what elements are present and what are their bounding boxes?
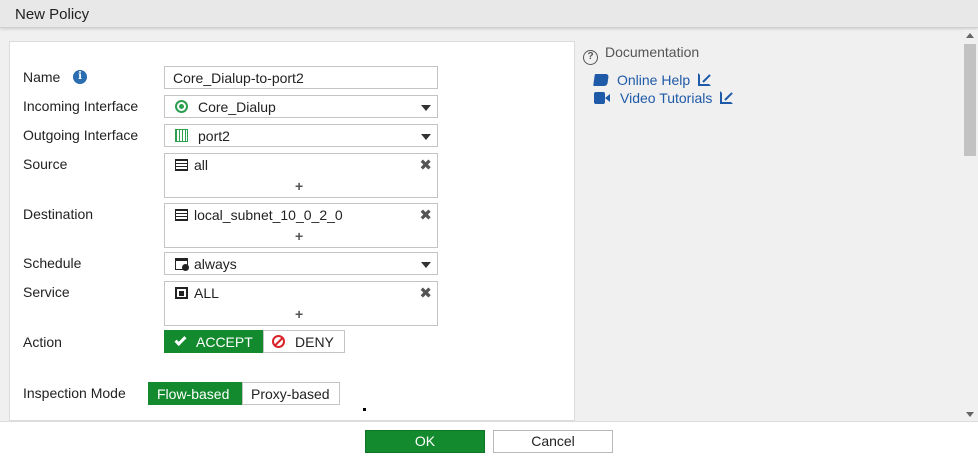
external-link-icon — [720, 91, 734, 104]
service-field[interactable]: ALL ✖ + — [164, 281, 438, 326]
deny-button[interactable]: DENY — [263, 330, 345, 353]
destination-label: Destination — [23, 206, 94, 222]
deny-label: DENY — [295, 333, 334, 350]
schedule-select[interactable]: always — [164, 252, 438, 275]
port-icon — [175, 129, 188, 142]
inspection-mode-toggle: Flow-based Proxy-based — [148, 382, 340, 405]
action-label: Action — [23, 334, 62, 350]
incoming-interface-label: Incoming Interface — [23, 98, 139, 114]
source-label: Source — [23, 156, 68, 172]
ok-button[interactable]: OK — [365, 430, 485, 453]
info-icon[interactable]: i — [73, 70, 87, 84]
close-icon[interactable]: ✖ — [419, 284, 432, 302]
policy-form: Name i Core_Dialup-to-port2 Incoming Int… — [9, 41, 575, 421]
name-value: Core_Dialup-to-port2 — [173, 70, 304, 86]
book-icon — [593, 74, 609, 86]
add-icon[interactable]: + — [295, 178, 303, 194]
accept-button[interactable]: ACCEPT — [164, 330, 263, 353]
chevron-down-icon — [421, 262, 431, 268]
name-input[interactable]: Core_Dialup-to-port2 — [164, 66, 438, 89]
destination-field[interactable]: local_subnet_10_0_2_0 ✖ + — [164, 203, 438, 248]
add-icon[interactable]: + — [295, 228, 303, 244]
documentation-title: Documentation — [605, 44, 700, 60]
source-value: all — [194, 157, 209, 173]
flow-based-label: Flow-based — [157, 385, 230, 402]
help-icon: ? — [583, 50, 598, 65]
deny-icon — [272, 335, 285, 348]
cancel-button[interactable]: Cancel — [493, 430, 613, 453]
service-value: ALL — [194, 285, 219, 301]
schedule-value: always — [194, 256, 237, 272]
inspection-mode-label: Inspection Mode — [23, 385, 126, 401]
service-icon — [175, 287, 188, 299]
source-field[interactable]: all ✖ + — [164, 153, 438, 198]
scroll-down-icon[interactable] — [966, 412, 974, 417]
vertical-scrollbar[interactable] — [962, 30, 978, 421]
schedule-label: Schedule — [23, 255, 82, 271]
outgoing-interface-select[interactable]: port2 — [164, 124, 438, 147]
online-help-link[interactable]: Online Help — [593, 72, 712, 88]
scroll-thumb[interactable] — [964, 44, 976, 156]
dialog-footer: OK Cancel — [0, 421, 978, 459]
action-toggle: ACCEPT DENY — [164, 330, 345, 353]
title-bar: New Policy — [0, 0, 978, 28]
scroll-up-icon[interactable] — [966, 33, 974, 38]
proxy-based-label: Proxy-based — [251, 385, 330, 402]
documentation-heading: ? Documentation — [583, 44, 699, 65]
external-link-icon — [698, 73, 712, 86]
cursor-dot — [363, 408, 366, 411]
outgoing-interface-value: port2 — [198, 128, 230, 144]
address-icon — [175, 209, 188, 221]
window-title: New Policy — [15, 6, 90, 23]
accept-label: ACCEPT — [196, 333, 253, 350]
address-icon — [175, 159, 188, 171]
video-tutorials-label: Video Tutorials — [620, 90, 713, 106]
proxy-based-button[interactable]: Proxy-based — [242, 382, 340, 405]
destination-value: local_subnet_10_0_2_0 — [194, 207, 343, 223]
video-icon — [594, 92, 610, 104]
add-icon[interactable]: + — [295, 306, 303, 322]
documentation-panel: ? Documentation Online Help Video Tutoria… — [583, 41, 961, 421]
name-label: Name — [23, 69, 61, 85]
check-icon — [174, 333, 187, 347]
online-help-label: Online Help — [617, 72, 691, 88]
outgoing-interface-label: Outgoing Interface — [23, 127, 139, 143]
incoming-interface-select[interactable]: Core_Dialup — [164, 95, 438, 118]
close-icon[interactable]: ✖ — [419, 156, 432, 174]
incoming-interface-value: Core_Dialup — [198, 99, 276, 115]
user-interface-icon — [175, 100, 188, 113]
service-label: Service — [23, 284, 70, 300]
schedule-icon — [175, 258, 189, 271]
chevron-down-icon — [421, 105, 431, 111]
flow-based-button[interactable]: Flow-based — [148, 382, 242, 405]
close-icon[interactable]: ✖ — [419, 206, 432, 224]
chevron-down-icon — [421, 134, 431, 140]
video-tutorials-link[interactable]: Video Tutorials — [594, 90, 734, 106]
